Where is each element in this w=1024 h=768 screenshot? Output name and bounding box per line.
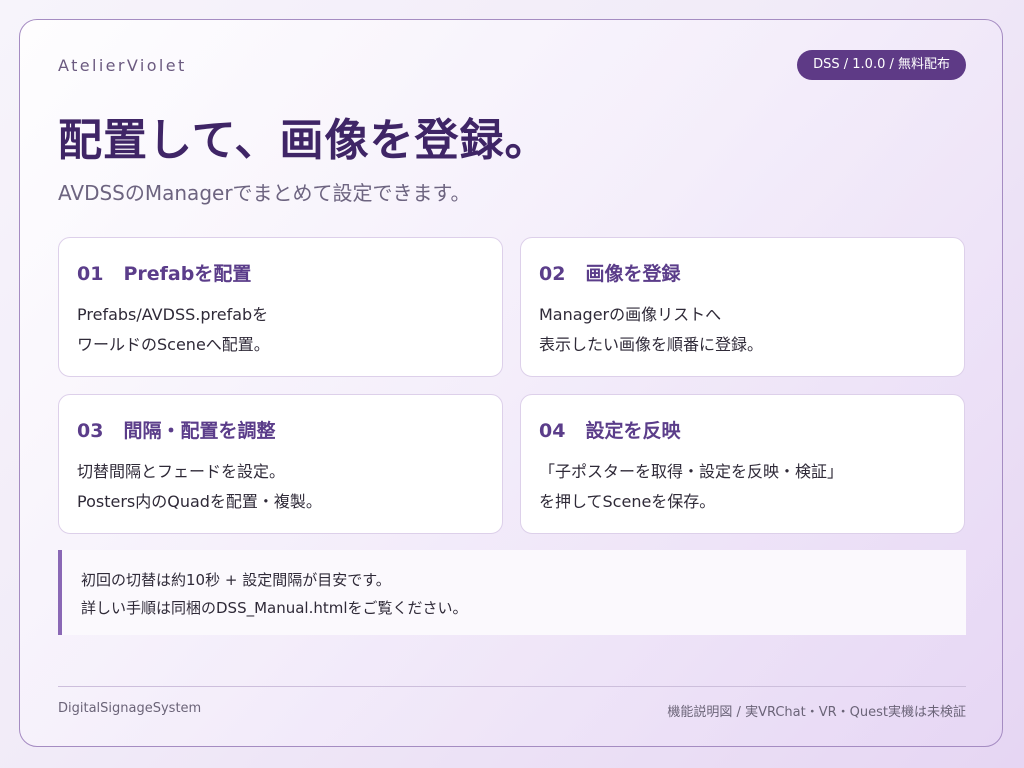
step-number: 03 — [77, 420, 104, 442]
version-badge: DSS / 1.0.0 / 無料配布 — [797, 50, 966, 80]
step-description: 切替間隔とフェードを設定。 Posters内のQuadを配置・複製。 — [77, 457, 484, 517]
step-title: 設定を反映 — [585, 420, 681, 442]
step-line: 切替間隔とフェードを設定。 — [77, 462, 286, 481]
step-description: 「子ポスターを取得・設定を反映・検証」 を押してSceneを保存。 — [539, 457, 946, 517]
page-title: 配置して、画像を登録。 — [58, 115, 550, 166]
step-number: 01 — [77, 263, 104, 285]
note-line: 初回の切替は約10秒 + 設定間隔が目安です。 — [81, 571, 391, 589]
step-line: Prefabs/AVDSS.prefabを — [77, 305, 269, 324]
step-title: 画像を登録 — [585, 263, 681, 285]
info-note: 初回の切替は約10秒 + 設定間隔が目安です。 詳しい手順は同梱のDSS_Man… — [58, 550, 966, 635]
step-number: 04 — [539, 420, 566, 442]
step-heading: 02 画像を登録 — [539, 260, 946, 288]
step-line: 「子ポスターを取得・設定を反映・検証」 — [539, 462, 844, 481]
step-card-02: 02 画像を登録 Managerの画像リストへ 表示したい画像を順番に登録。 — [520, 237, 965, 377]
step-title: 間隔・配置を調整 — [123, 420, 276, 442]
footer-disclaimer: 機能説明図 / 実VRChat・VR・Quest実機は未検証 — [667, 705, 966, 720]
step-line: を押してSceneを保存。 — [539, 492, 716, 511]
step-heading: 03 間隔・配置を調整 — [77, 417, 484, 445]
note-line: 詳しい手順は同梱のDSS_Manual.htmlをご覧ください。 — [81, 599, 468, 617]
step-number: 02 — [539, 263, 566, 285]
step-line: Managerの画像リストへ — [539, 305, 722, 324]
step-heading: 01 Prefabを配置 — [77, 260, 484, 288]
step-heading: 04 設定を反映 — [539, 417, 946, 445]
step-card-03: 03 間隔・配置を調整 切替間隔とフェードを設定。 Posters内のQuadを配… — [58, 394, 503, 534]
step-line: Posters内のQuadを配置・複製。 — [77, 492, 322, 511]
step-title: Prefabを配置 — [123, 263, 252, 285]
step-card-01: 01 Prefabを配置 Prefabs/AVDSS.prefabを ワールドのS… — [58, 237, 503, 377]
brand-name: AtelierViolet — [58, 56, 187, 75]
step-line: 表示したい画像を順番に登録。 — [539, 335, 764, 354]
page-subtitle: AVDSSのManagerでまとめて設定できます。 — [58, 181, 471, 205]
footer-divider — [58, 686, 966, 687]
step-line: ワールドのSceneへ配置。 — [77, 335, 270, 354]
step-description: Managerの画像リストへ 表示したい画像を順番に登録。 — [539, 300, 946, 360]
step-description: Prefabs/AVDSS.prefabを ワールドのSceneへ配置。 — [77, 300, 484, 360]
step-card-04: 04 設定を反映 「子ポスターを取得・設定を反映・検証」 を押してSceneを保存… — [520, 394, 965, 534]
footer-product-name: DigitalSignageSystem — [58, 701, 202, 716]
